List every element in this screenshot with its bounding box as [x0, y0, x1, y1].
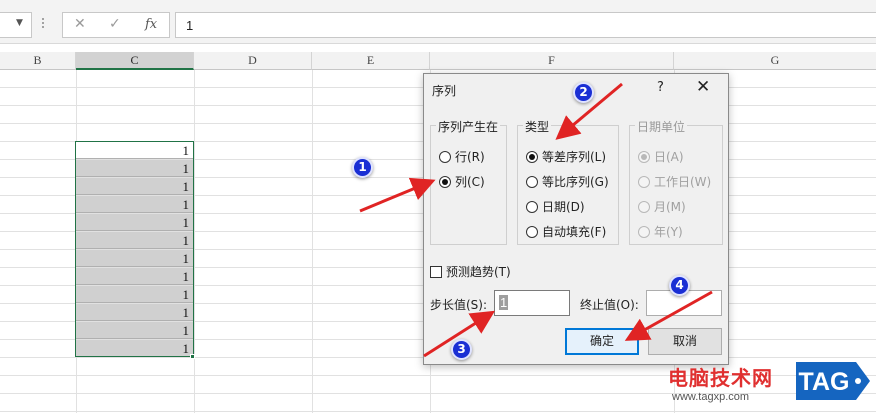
radio-columns-control[interactable]: [439, 175, 451, 188]
close-button[interactable]: ✕: [696, 77, 710, 97]
column-header-b[interactable]: B: [0, 52, 76, 70]
date-unit-group: 日期单位 日(A) 工作日(W) 月(M) 年(Y): [629, 118, 723, 245]
check-icon[interactable]: ✓: [109, 16, 121, 32]
radio-month-control: [638, 200, 650, 213]
radio-rows-control[interactable]: [439, 150, 451, 163]
fill-handle[interactable]: [190, 354, 195, 359]
type-group: 类型 等差序列(L) 等比序列(G) 日期(D) 自动填充(F): [517, 118, 619, 245]
radio-autofill[interactable]: 自动填充(F): [526, 223, 606, 240]
trend-checkbox-control[interactable]: [430, 265, 442, 278]
series-in-group: 序列产生在 行(R) 列(C): [430, 118, 507, 245]
radio-weekday-control: [638, 175, 650, 188]
insert-function-button[interactable]: fx: [145, 17, 157, 32]
column-header-f[interactable]: F: [430, 52, 674, 70]
chevron-down-icon[interactable]: ▼: [16, 18, 23, 28]
watermark-url: www.tagxp.com: [672, 391, 750, 403]
radio-date[interactable]: 日期(D): [526, 198, 585, 215]
arrow-1: [359, 177, 436, 213]
radio-year: 年(Y): [638, 223, 683, 240]
formula-input[interactable]: 1: [175, 12, 876, 38]
step-marker-3: 3: [451, 339, 472, 360]
series-dialog: 序列 ? ✕ 序列产生在 行(R) 列(C) 类型 等差序列(L) 等比序列(G…: [423, 73, 729, 365]
cancel-button[interactable]: 取消: [648, 328, 722, 355]
radio-rows-label: 行(R): [455, 150, 485, 164]
help-button[interactable]: ?: [657, 80, 664, 95]
ok-button[interactable]: 确定: [565, 328, 639, 355]
trend-checkbox[interactable]: 预测趋势(T): [430, 263, 511, 280]
radio-year-label: 年(Y): [654, 225, 683, 239]
tag-logo-icon: TAG: [796, 362, 870, 400]
column-header-g[interactable]: G: [674, 52, 876, 70]
radio-columns-label: 列(C): [455, 175, 485, 189]
radio-linear-control[interactable]: [526, 150, 538, 163]
watermark-text: 电脑技术网: [668, 366, 773, 390]
step-value: 1: [499, 295, 509, 310]
radio-autofill-control[interactable]: [526, 225, 538, 238]
selection-border: [75, 141, 194, 357]
radio-year-control: [638, 225, 650, 238]
radio-growth-control[interactable]: [526, 175, 538, 188]
radio-month-label: 月(M): [654, 200, 686, 214]
column-gridline: [194, 70, 195, 413]
radio-growth-label: 等比序列(G): [542, 175, 609, 189]
step-marker-1: 1: [352, 157, 373, 178]
trend-label: 预测趋势(T): [446, 265, 511, 279]
x-icon[interactable]: ✕: [74, 16, 86, 32]
column-header-c[interactable]: C: [76, 52, 194, 70]
radio-month: 月(M): [638, 198, 686, 215]
drag-handle-icon[interactable]: [40, 16, 46, 32]
radio-day-label: 日(A): [654, 150, 684, 164]
row-gridline: [0, 411, 876, 412]
column-header-d[interactable]: D: [194, 52, 312, 70]
column-header-e[interactable]: E: [312, 52, 430, 70]
formula-bar: ▼ ✕ ✓ fx 1: [0, 0, 876, 44]
radio-columns[interactable]: 列(C): [439, 173, 485, 190]
series-in-label: 序列产生在: [436, 118, 501, 135]
radio-growth[interactable]: 等比序列(G): [526, 173, 609, 190]
step-marker-2: 2: [573, 82, 594, 103]
radio-linear[interactable]: 等差序列(L): [526, 148, 606, 165]
radio-day: 日(A): [638, 148, 684, 165]
step-marker-4: 4: [669, 275, 690, 296]
radio-weekday: 工作日(W): [638, 173, 711, 190]
radio-day-control: [638, 150, 650, 163]
radio-autofill-label: 自动填充(F): [542, 225, 607, 239]
dialog-title: 序列: [432, 84, 457, 98]
type-label: 类型: [523, 118, 552, 135]
radio-date-label: 日期(D): [542, 200, 585, 214]
formula-buttons: ✕ ✓ fx: [62, 12, 170, 38]
step-label: 步长值(S):: [430, 298, 488, 312]
svg-text:TAG: TAG: [799, 368, 850, 396]
date-unit-label: 日期单位: [635, 118, 688, 135]
radio-linear-label: 等差序列(L): [542, 150, 607, 164]
radio-weekday-label: 工作日(W): [654, 175, 712, 189]
name-box[interactable]: ▼: [0, 12, 32, 38]
step-value-input[interactable]: 1: [494, 290, 570, 316]
stop-label: 终止值(O):: [580, 298, 639, 312]
column-gridline: [312, 70, 313, 413]
radio-rows[interactable]: 行(R): [439, 148, 485, 165]
radio-date-control[interactable]: [526, 200, 538, 213]
